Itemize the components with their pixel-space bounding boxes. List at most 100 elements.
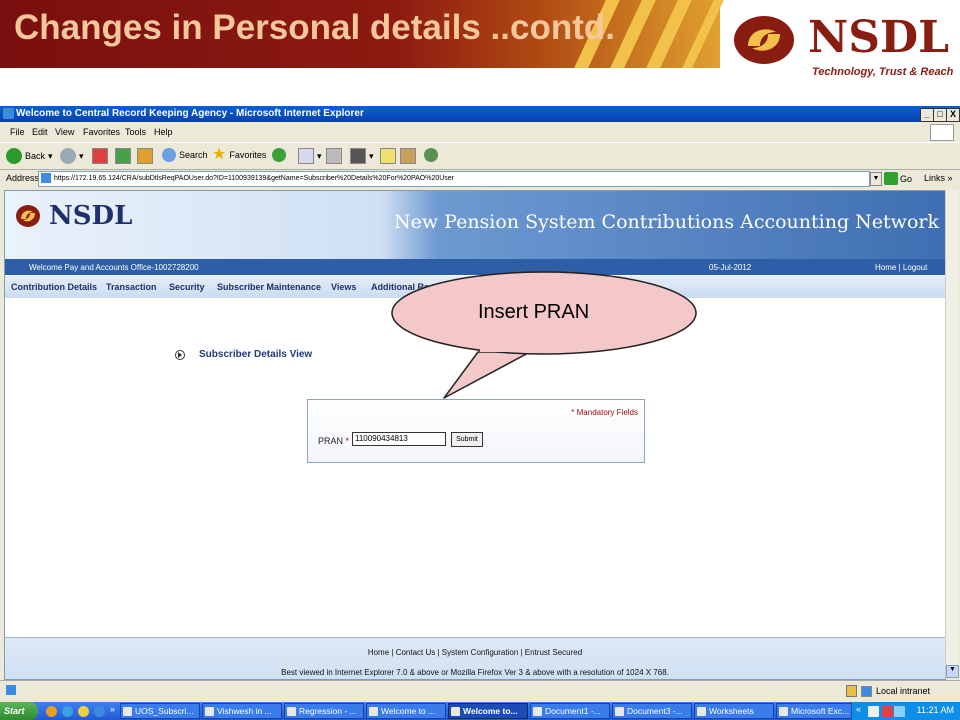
tray-icon[interactable] <box>882 706 893 717</box>
windows-flag-icon <box>930 124 954 141</box>
window-titlebar[interactable]: Welcome to Central Record Keeping Agency… <box>0 106 960 122</box>
vertical-scrollbar[interactable]: ▼ <box>945 190 959 678</box>
back-label: Back <box>25 151 46 161</box>
close-button[interactable]: X <box>946 108 960 122</box>
go-arrow-icon <box>884 172 898 185</box>
nav-views[interactable]: Views <box>331 282 356 292</box>
pran-input[interactable]: 110090434813 <box>352 432 446 446</box>
submit-button[interactable]: Submit <box>451 432 483 447</box>
search-button[interactable]: Search <box>162 148 208 162</box>
start-button[interactable]: Start <box>0 702 38 720</box>
address-label: Address <box>6 173 40 183</box>
welcome-bar: Welcome Pay and Accounts Office-10027282… <box>5 259 945 275</box>
ie-icon[interactable] <box>94 706 105 717</box>
taskbar-item[interactable]: Welcome to ... <box>366 703 446 719</box>
mail-button[interactable]: ▾ <box>298 148 322 164</box>
zone-label: Local intranet <box>876 686 931 696</box>
research-button[interactable] <box>400 148 416 164</box>
go-label: Go <box>900 173 913 184</box>
slide-title: Changes in Personal details ..contd. <box>14 8 615 47</box>
history-icon <box>272 148 286 162</box>
tray-chevron[interactable]: « <box>856 704 861 714</box>
research-icon <box>400 148 416 164</box>
site-logo[interactable]: NSDL <box>15 201 132 231</box>
lock-icon <box>846 685 857 697</box>
quicklaunch-chevron[interactable]: » <box>110 704 115 714</box>
quicklaunch-icon[interactable] <box>62 706 73 717</box>
messenger-button[interactable] <box>424 148 438 162</box>
favorites-label: Favorites <box>229 150 267 160</box>
maximize-button[interactable]: □ <box>933 108 947 122</box>
address-input[interactable]: https://172.19.65.124/CRA/subDtlsReqPAOU… <box>38 171 870 187</box>
scroll-down-icon[interactable]: ▼ <box>946 665 959 678</box>
taskbar-item[interactable]: Worksheets <box>694 703 774 719</box>
menu-help[interactable]: Help <box>154 127 173 137</box>
address-bar: Address https://172.19.65.124/CRA/subDtl… <box>0 170 960 188</box>
tray-icon[interactable] <box>894 706 905 717</box>
site-header: NSDL New Pension System Contributions Ac… <box>5 191 945 259</box>
nsdl-logo-text: NSDL <box>808 12 950 63</box>
menu-bar: File Edit View Favorites Tools Help <box>0 123 960 140</box>
menu-file[interactable]: File <box>10 127 25 137</box>
forward-button[interactable]: ▾ <box>60 148 84 164</box>
welcome-text: Welcome Pay and Accounts Office-10027282… <box>29 263 199 272</box>
forward-arrow-icon <box>60 148 76 164</box>
print-button[interactable] <box>326 148 342 164</box>
nav-contribution-details[interactable]: Contribution Details <box>11 282 97 292</box>
back-button[interactable]: Back ▾ <box>6 148 53 164</box>
quicklaunch-icon[interactable] <box>46 706 57 717</box>
home-logout-links[interactable]: Home | Logout <box>875 263 927 272</box>
history-button[interactable] <box>272 148 286 162</box>
go-button[interactable]: Go <box>884 172 912 185</box>
tray-icon[interactable] <box>868 706 879 717</box>
edit-button[interactable]: ▾ <box>350 148 374 164</box>
browser-window: Welcome to Central Record Keeping Agency… <box>0 106 960 702</box>
taskbar: Start » UOS_Subscri... Vishwesh in ... R… <box>0 702 960 720</box>
pran-label: PRAN * <box>318 436 350 446</box>
site-banner: New Pension System Contributions Account… <box>393 211 939 233</box>
nav-transaction[interactable]: Transaction <box>106 282 157 292</box>
menu-tools[interactable]: Tools <box>125 127 146 137</box>
links-button[interactable]: Links » <box>924 173 953 183</box>
refresh-button[interactable] <box>115 148 131 164</box>
system-tray: « 11:21 AM <box>851 702 960 720</box>
quicklaunch-icon[interactable] <box>78 706 89 717</box>
menu-view[interactable]: View <box>55 127 74 137</box>
site-logo-text: NSDL <box>49 201 133 231</box>
nsdl-tagline: Technology, Trust & Reach <box>812 66 954 78</box>
home-icon <box>137 148 153 164</box>
stop-button[interactable] <box>92 148 108 164</box>
menu-favorites[interactable]: Favorites <box>83 127 120 137</box>
taskbar-item[interactable]: Regression - ... <box>284 703 364 719</box>
nav-subscriber-maintenance[interactable]: Subscriber Maintenance <box>217 282 321 292</box>
nav-additional-reports[interactable]: Additional Reports (New) <box>371 282 479 292</box>
notes-button[interactable] <box>380 148 396 164</box>
print-icon <box>326 148 342 164</box>
taskbar-item[interactable]: Document1 -... <box>530 703 610 719</box>
back-arrow-icon <box>6 148 22 164</box>
taskbar-item[interactable]: UOS_Subscri... <box>120 703 200 719</box>
subscriber-details-heading: Subscriber Details View <box>175 349 312 360</box>
messenger-icon <box>424 148 438 162</box>
window-title: Welcome to Central Record Keeping Agency… <box>16 108 364 119</box>
nav-security[interactable]: Security <box>169 282 205 292</box>
page-icon <box>41 173 51 184</box>
address-dropdown-button[interactable]: ▼ <box>870 172 882 186</box>
arrow-bullet-icon <box>175 349 185 360</box>
taskbar-item[interactable]: Vishwesh in ... <box>202 703 282 719</box>
chevron-down-icon: ▾ <box>317 150 322 161</box>
status-bar: Local intranet <box>0 680 960 701</box>
stop-icon <box>92 148 108 164</box>
footer-links[interactable]: Home | Contact Us | System Configuration… <box>5 648 945 657</box>
taskbar-item-active[interactable]: Welcome to... <box>448 703 528 719</box>
taskbar-item[interactable]: Microsoft Exc... <box>776 703 852 719</box>
taskbar-item[interactable]: Document3 -... <box>612 703 692 719</box>
minimize-button[interactable]: _ <box>920 108 934 122</box>
star-icon: ★ <box>212 146 227 163</box>
home-button[interactable] <box>137 148 153 164</box>
edit-icon <box>350 148 366 164</box>
clock: 11:21 AM <box>916 705 954 715</box>
section-title: Subscriber Details View <box>199 349 313 360</box>
menu-edit[interactable]: Edit <box>32 127 48 137</box>
favorites-button[interactable]: ★ Favorites <box>212 146 267 163</box>
